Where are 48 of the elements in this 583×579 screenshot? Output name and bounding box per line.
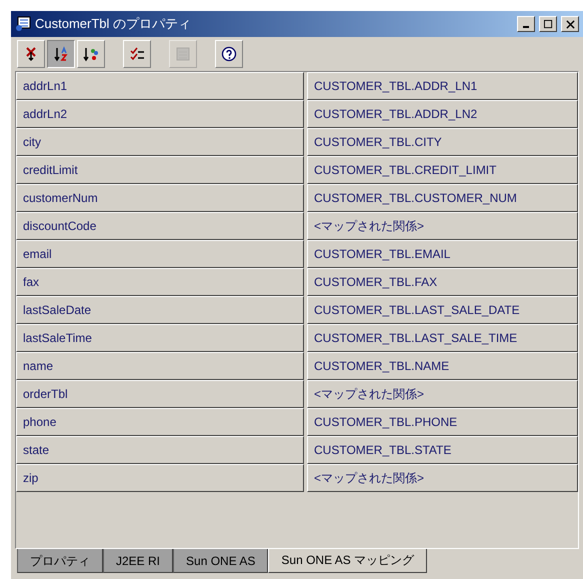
property-value-cell[interactable]: CUSTOMER_TBL.LAST_SALE_TIME <box>307 324 578 352</box>
property-name-cell[interactable]: email <box>16 240 304 268</box>
property-name-cell[interactable]: phone <box>16 408 304 436</box>
property-name-cell[interactable]: name <box>16 352 304 380</box>
property-name-cell[interactable]: discountCode <box>16 212 304 240</box>
property-name-cell[interactable]: lastSaleTime <box>16 324 304 352</box>
property-name-cell[interactable]: addrLn1 <box>16 72 304 100</box>
sort-alpha-icon <box>53 46 69 62</box>
grid-icon <box>175 46 191 62</box>
tab[interactable]: Sun ONE AS <box>173 549 268 573</box>
checklist-icon <box>129 46 145 62</box>
maximize-icon <box>544 20 552 28</box>
property-name-cell[interactable]: zip <box>16 464 304 492</box>
minimize-button[interactable] <box>517 16 535 32</box>
minimize-icon <box>523 26 529 28</box>
close-icon <box>566 20 574 28</box>
tab[interactable]: Sun ONE AS マッピング <box>268 549 428 573</box>
property-value-cell[interactable]: CUSTOMER_TBL.CREDIT_LIMIT <box>307 156 578 184</box>
property-value-cell[interactable]: CUSTOMER_TBL.EMAIL <box>307 240 578 268</box>
property-value-cell[interactable]: CUSTOMER_TBL.LAST_SALE_DATE <box>307 296 578 324</box>
property-name-cell[interactable]: lastSaleDate <box>16 296 304 324</box>
property-value-cell[interactable]: CUSTOMER_TBL.NAME <box>307 352 578 380</box>
property-name-cell[interactable]: creditLimit <box>16 156 304 184</box>
tab[interactable]: J2EE RI <box>103 549 174 573</box>
property-name-cell[interactable]: state <box>16 436 304 464</box>
property-value-cell[interactable]: <マップされた関係> <box>307 212 578 240</box>
close-button[interactable] <box>561 16 579 32</box>
property-value-cell[interactable]: CUSTOMER_TBL.CITY <box>307 128 578 156</box>
property-name-cell[interactable]: city <box>16 128 304 156</box>
property-value-cell[interactable]: CUSTOMER_TBL.ADDR_LN1 <box>307 72 578 100</box>
property-value-cell[interactable]: <マップされた関係> <box>307 380 578 408</box>
property-name-cell[interactable]: addrLn2 <box>16 100 304 128</box>
maximize-button[interactable] <box>539 16 557 32</box>
property-name-cell[interactable]: orderTbl <box>16 380 304 408</box>
window-title: CustomerTbl のプロパティ <box>35 15 192 34</box>
property-value-cell[interactable]: CUSTOMER_TBL.STATE <box>307 436 578 464</box>
property-value-cell[interactable]: CUSTOMER_TBL.FAX <box>307 268 578 296</box>
property-value-cell[interactable]: CUSTOMER_TBL.ADDR_LN2 <box>307 100 578 128</box>
tab[interactable]: プロパティ <box>17 549 103 573</box>
toolbar-button[interactable] <box>47 40 75 68</box>
sort-category-icon <box>83 46 99 62</box>
property-value-cell[interactable]: CUSTOMER_TBL.PHONE <box>307 408 578 436</box>
help-icon <box>221 46 237 62</box>
property-name-cell[interactable]: customerNum <box>16 184 304 212</box>
property-value-cell[interactable]: <マップされた関係> <box>307 464 578 492</box>
property-name-cell[interactable]: fax <box>16 268 304 296</box>
property-value-cell[interactable]: CUSTOMER_TBL.CUSTOMER_NUM <box>307 184 578 212</box>
window-icon <box>15 16 31 32</box>
